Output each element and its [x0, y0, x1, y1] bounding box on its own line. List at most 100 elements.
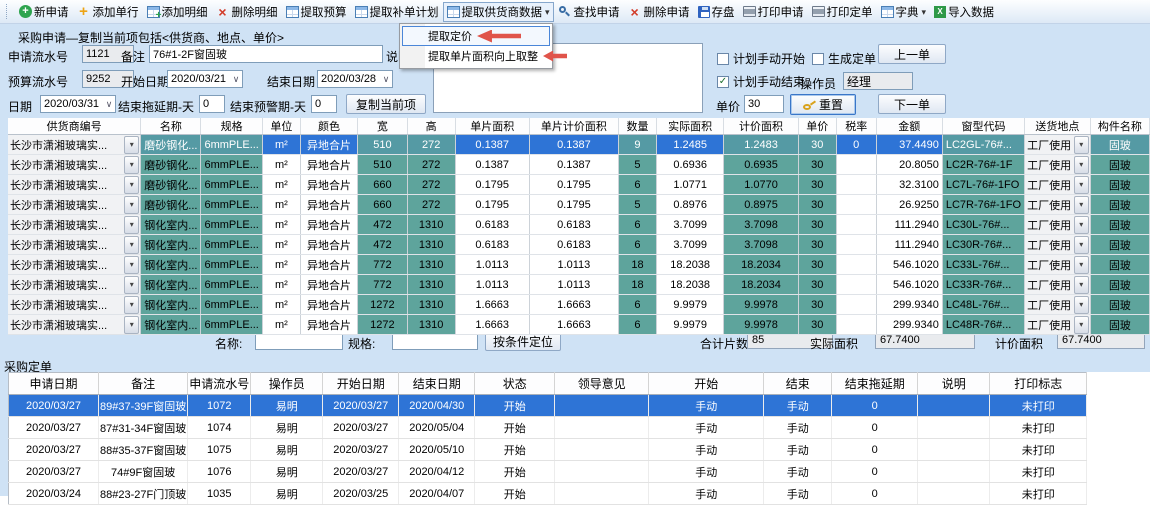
table-row[interactable]: 2020/03/2774#9F窗固玻1076易明2020/03/272020/0… — [9, 461, 1087, 483]
cell-color[interactable]: 异地合片 — [300, 255, 357, 275]
cell-status[interactable]: 开始 — [475, 439, 555, 461]
cell-color[interactable]: 异地合片 — [300, 195, 357, 215]
cell-color[interactable]: 异地合片 — [300, 235, 357, 255]
start-date-select[interactable]: 2020/03/21 — [167, 70, 243, 88]
cell-unit[interactable]: m² — [262, 295, 300, 315]
column-header-color[interactable]: 颜色 — [300, 118, 357, 135]
column-header-apply_date[interactable]: 申请日期 — [9, 373, 99, 395]
cell-spec[interactable]: 6mmPLE... — [201, 215, 262, 235]
cell-end[interactable]: 手动 — [764, 483, 832, 505]
chevron-down-icon[interactable] — [124, 296, 139, 314]
column-header-component[interactable]: 构件名称 — [1090, 118, 1149, 135]
cell-component[interactable]: 固玻 — [1090, 235, 1149, 255]
cell-piece_area[interactable]: 1.6663 — [455, 295, 529, 315]
cell-start_date[interactable]: 2020/03/27 — [323, 461, 399, 483]
cell-spec[interactable]: 6mmPLE... — [201, 275, 262, 295]
cell-name[interactable]: 磨砂钢化... — [141, 135, 201, 155]
column-header-qty[interactable]: 数量 — [618, 118, 656, 135]
cell-name[interactable]: 钢化室内... — [141, 315, 201, 335]
cell-unit_price[interactable]: 30 — [798, 295, 836, 315]
cell-delivery[interactable]: 工厂使用 — [1025, 295, 1091, 315]
cell-qty[interactable]: 5 — [618, 155, 656, 175]
cell-amount[interactable]: 546.1020 — [876, 255, 942, 275]
cell-supplier[interactable]: 长沙市潇湘玻璃实... — [8, 135, 141, 155]
chevron-down-icon[interactable] — [1074, 156, 1089, 174]
column-header-height[interactable]: 高 — [407, 118, 455, 135]
cell-unit_price[interactable]: 30 — [798, 235, 836, 255]
cell-amount[interactable]: 546.1020 — [876, 275, 942, 295]
cell-amount[interactable]: 32.3100 — [876, 175, 942, 195]
cell-end_date[interactable]: 2020/05/04 — [399, 417, 475, 439]
chevron-down-icon[interactable] — [1074, 196, 1089, 214]
column-header-start_date[interactable]: 开始日期 — [323, 373, 399, 395]
cell-qty[interactable]: 5 — [618, 195, 656, 215]
cell-component[interactable]: 固玻 — [1090, 155, 1149, 175]
cell-supplier[interactable]: 长沙市潇湘玻璃实... — [8, 235, 141, 255]
plan-manual-start-checkbox[interactable]: 计划手动开始 — [717, 50, 805, 67]
cell-component[interactable]: 固玻 — [1090, 135, 1149, 155]
cell-tax[interactable] — [836, 235, 876, 255]
cell-height[interactable]: 1310 — [407, 215, 455, 235]
cell-piece_price_area[interactable]: 1.0113 — [529, 275, 618, 295]
cell-apply_date[interactable]: 2020/03/27 — [9, 461, 99, 483]
save-button[interactable]: 存盘 — [694, 2, 739, 22]
column-header-apply_no[interactable]: 申请流水号 — [188, 373, 251, 395]
print-order-button[interactable]: 打印定单 — [808, 2, 877, 22]
cell-unit[interactable]: m² — [262, 135, 300, 155]
table-row[interactable]: 2020/03/2788#35-37F窗固玻1075易明2020/03/2720… — [9, 439, 1087, 461]
cell-operator[interactable]: 易明 — [251, 417, 323, 439]
cell-qty[interactable]: 6 — [618, 315, 656, 335]
delete-detail-button[interactable]: 删除明细 — [212, 2, 282, 22]
chevron-down-icon[interactable] — [124, 216, 139, 234]
cell-qty[interactable]: 18 — [618, 275, 656, 295]
table-row[interactable]: 长沙市潇湘玻璃实...磨砂钢化...6mmPLE...m²异地合片5102720… — [8, 135, 1150, 155]
cell-window_code[interactable]: LC2GL-76#... — [942, 135, 1024, 155]
cell-width[interactable]: 772 — [358, 275, 408, 295]
cell-amount[interactable]: 111.2940 — [876, 215, 942, 235]
cell-piece_area[interactable]: 1.0113 — [455, 255, 529, 275]
cell-spec[interactable]: 6mmPLE... — [201, 255, 262, 275]
cell-note[interactable] — [918, 439, 990, 461]
cell-width[interactable]: 1272 — [358, 295, 408, 315]
cell-piece_price_area[interactable]: 0.1795 — [529, 175, 618, 195]
cell-price_area[interactable]: 3.7098 — [724, 235, 798, 255]
cell-piece_price_area[interactable]: 0.6183 — [529, 235, 618, 255]
cell-tax[interactable] — [836, 215, 876, 235]
chevron-down-icon[interactable] — [124, 196, 139, 214]
cell-supplier[interactable]: 长沙市潇湘玻璃实... — [8, 315, 141, 335]
column-header-name[interactable]: 名称 — [141, 118, 201, 135]
cell-width[interactable]: 1272 — [358, 315, 408, 335]
cell-price_area[interactable]: 18.2034 — [724, 275, 798, 295]
cell-qty[interactable]: 6 — [618, 235, 656, 255]
cell-piece_price_area[interactable]: 1.0113 — [529, 255, 618, 275]
cell-delivery[interactable]: 工厂使用 — [1025, 215, 1091, 235]
cell-piece_price_area[interactable]: 1.6663 — [529, 315, 618, 335]
cell-spec[interactable]: 6mmPLE... — [201, 235, 262, 255]
cell-unit[interactable]: m² — [262, 175, 300, 195]
cell-height[interactable]: 1310 — [407, 315, 455, 335]
dictionary-button[interactable]: 字典 — [877, 2, 931, 22]
cell-print_flag[interactable]: 未打印 — [990, 461, 1087, 483]
cell-price_area[interactable]: 1.0770 — [724, 175, 798, 195]
column-header-end_date[interactable]: 结束日期 — [399, 373, 475, 395]
cell-remark[interactable]: 89#37-39F窗固玻 — [99, 395, 188, 417]
cell-actual_area[interactable]: 3.7099 — [657, 215, 724, 235]
chevron-down-icon[interactable] — [124, 156, 139, 174]
table-row[interactable]: 长沙市潇湘玻璃实...钢化室内...6mmPLE...m²异地合片7721310… — [8, 275, 1150, 295]
column-header-amount[interactable]: 金额 — [876, 118, 942, 135]
cell-window_code[interactable]: LC48L-76#... — [942, 295, 1024, 315]
column-header-unit[interactable]: 单位 — [262, 118, 300, 135]
cell-piece_area[interactable]: 1.6663 — [455, 315, 529, 335]
cell-end_delay[interactable]: 0 — [832, 439, 918, 461]
cell-name[interactable]: 钢化室内... — [141, 255, 201, 275]
cell-start[interactable]: 手动 — [649, 461, 764, 483]
table-row[interactable]: 2020/03/2789#37-39F窗固玻1072易明2020/03/2720… — [9, 395, 1087, 417]
column-header-start[interactable]: 开始 — [649, 373, 764, 395]
chevron-down-icon[interactable] — [124, 236, 139, 254]
cell-name[interactable]: 钢化室内... — [141, 275, 201, 295]
cell-leader_opinion[interactable] — [555, 461, 649, 483]
cell-actual_area[interactable]: 18.2038 — [657, 255, 724, 275]
cell-price_area[interactable]: 18.2034 — [724, 255, 798, 275]
cell-amount[interactable]: 111.2940 — [876, 235, 942, 255]
operator-field[interactable] — [843, 72, 913, 90]
